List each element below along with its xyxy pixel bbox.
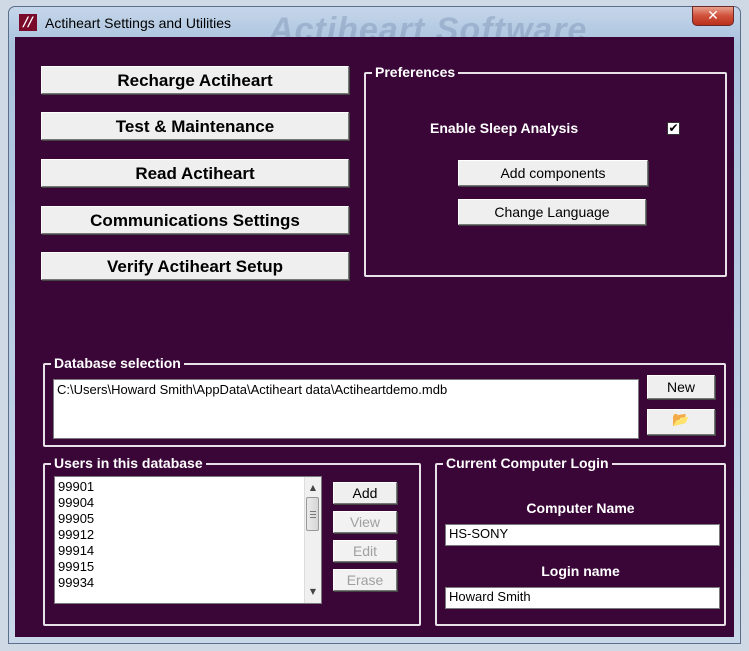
title-bar[interactable]: // Actiheart Settings and Utilities Acti… xyxy=(9,6,740,49)
dialog-body: Recharge Actiheart Test & Maintenance Re… xyxy=(15,37,734,637)
new-database-button[interactable]: New xyxy=(647,375,715,399)
view-user-button[interactable]: View xyxy=(333,511,397,533)
check-icon: ✔ xyxy=(668,121,679,135)
computer-name-field[interactable]: HS-SONY xyxy=(445,524,720,546)
verify-actiheart-setup-button[interactable]: Verify Actiheart Setup xyxy=(41,252,349,280)
browse-database-button[interactable]: 📂 xyxy=(647,409,715,435)
read-actiheart-button[interactable]: Read Actiheart xyxy=(41,159,349,187)
test-maintenance-button[interactable]: Test & Maintenance xyxy=(41,112,349,140)
list-item[interactable]: 99915 xyxy=(58,559,94,575)
change-language-button[interactable]: Change Language xyxy=(458,199,646,225)
sleep-analysis-label: Enable Sleep Analysis xyxy=(430,120,579,136)
scroll-up-icon[interactable]: ▲ xyxy=(305,480,321,496)
users-group: Users in this database 99901 99904 99905… xyxy=(43,455,421,626)
computer-name-label: Computer Name xyxy=(526,500,635,516)
preferences-group: Preferences Enable Sleep Analysis ✔ Add … xyxy=(364,64,727,277)
users-title: Users in this database xyxy=(51,455,206,471)
list-item[interactable]: 99912 xyxy=(58,527,94,543)
users-list: 99901 99904 99905 99912 99914 99915 9993… xyxy=(58,479,94,591)
list-item[interactable]: 99914 xyxy=(58,543,94,559)
sleep-analysis-checkbox[interactable]: ✔ xyxy=(667,122,680,135)
database-path-field[interactable]: C:\Users\Howard Smith\AppData\Actiheart … xyxy=(53,379,639,439)
grip-line xyxy=(310,514,316,515)
login-name-field[interactable]: Howard Smith xyxy=(445,587,720,609)
list-item[interactable]: 99934 xyxy=(58,575,94,591)
edit-user-button[interactable]: Edit xyxy=(333,540,397,562)
preferences-title: Preferences xyxy=(372,64,459,80)
scroll-down-icon[interactable]: ▼ xyxy=(305,584,321,600)
folder-icon: 📂 xyxy=(672,412,690,428)
add-components-button[interactable]: Add components xyxy=(458,160,648,186)
close-icon: ✕ xyxy=(707,8,719,24)
grip-line xyxy=(310,517,316,518)
users-scrollbar[interactable]: ▲ ▼ xyxy=(304,477,321,603)
grip-line xyxy=(310,511,316,512)
window-title: Actiheart Settings and Utilities xyxy=(45,15,231,31)
list-item[interactable]: 99901 xyxy=(58,479,94,495)
computer-login-group: Current Computer Login Computer Name HS-… xyxy=(435,455,726,626)
list-item[interactable]: 99905 xyxy=(58,511,94,527)
list-item[interactable]: 99904 xyxy=(58,495,94,511)
login-name-label: Login name xyxy=(541,563,620,579)
recharge-actiheart-button[interactable]: Recharge Actiheart xyxy=(41,66,349,94)
app-window: // Actiheart Settings and Utilities Acti… xyxy=(8,6,741,644)
close-button[interactable]: ✕ xyxy=(692,6,734,26)
scroll-thumb[interactable] xyxy=(306,497,319,531)
add-user-button[interactable]: Add xyxy=(333,482,397,504)
communications-settings-button[interactable]: Communications Settings xyxy=(41,206,349,234)
erase-user-button[interactable]: Erase xyxy=(333,569,397,591)
database-selection-group: Database selection C:\Users\Howard Smith… xyxy=(43,355,726,447)
users-listbox[interactable]: 99901 99904 99905 99912 99914 99915 9993… xyxy=(54,476,322,604)
database-selection-title: Database selection xyxy=(51,355,184,371)
computer-login-title: Current Computer Login xyxy=(443,455,612,471)
actiheart-logo-icon: // xyxy=(19,14,37,31)
